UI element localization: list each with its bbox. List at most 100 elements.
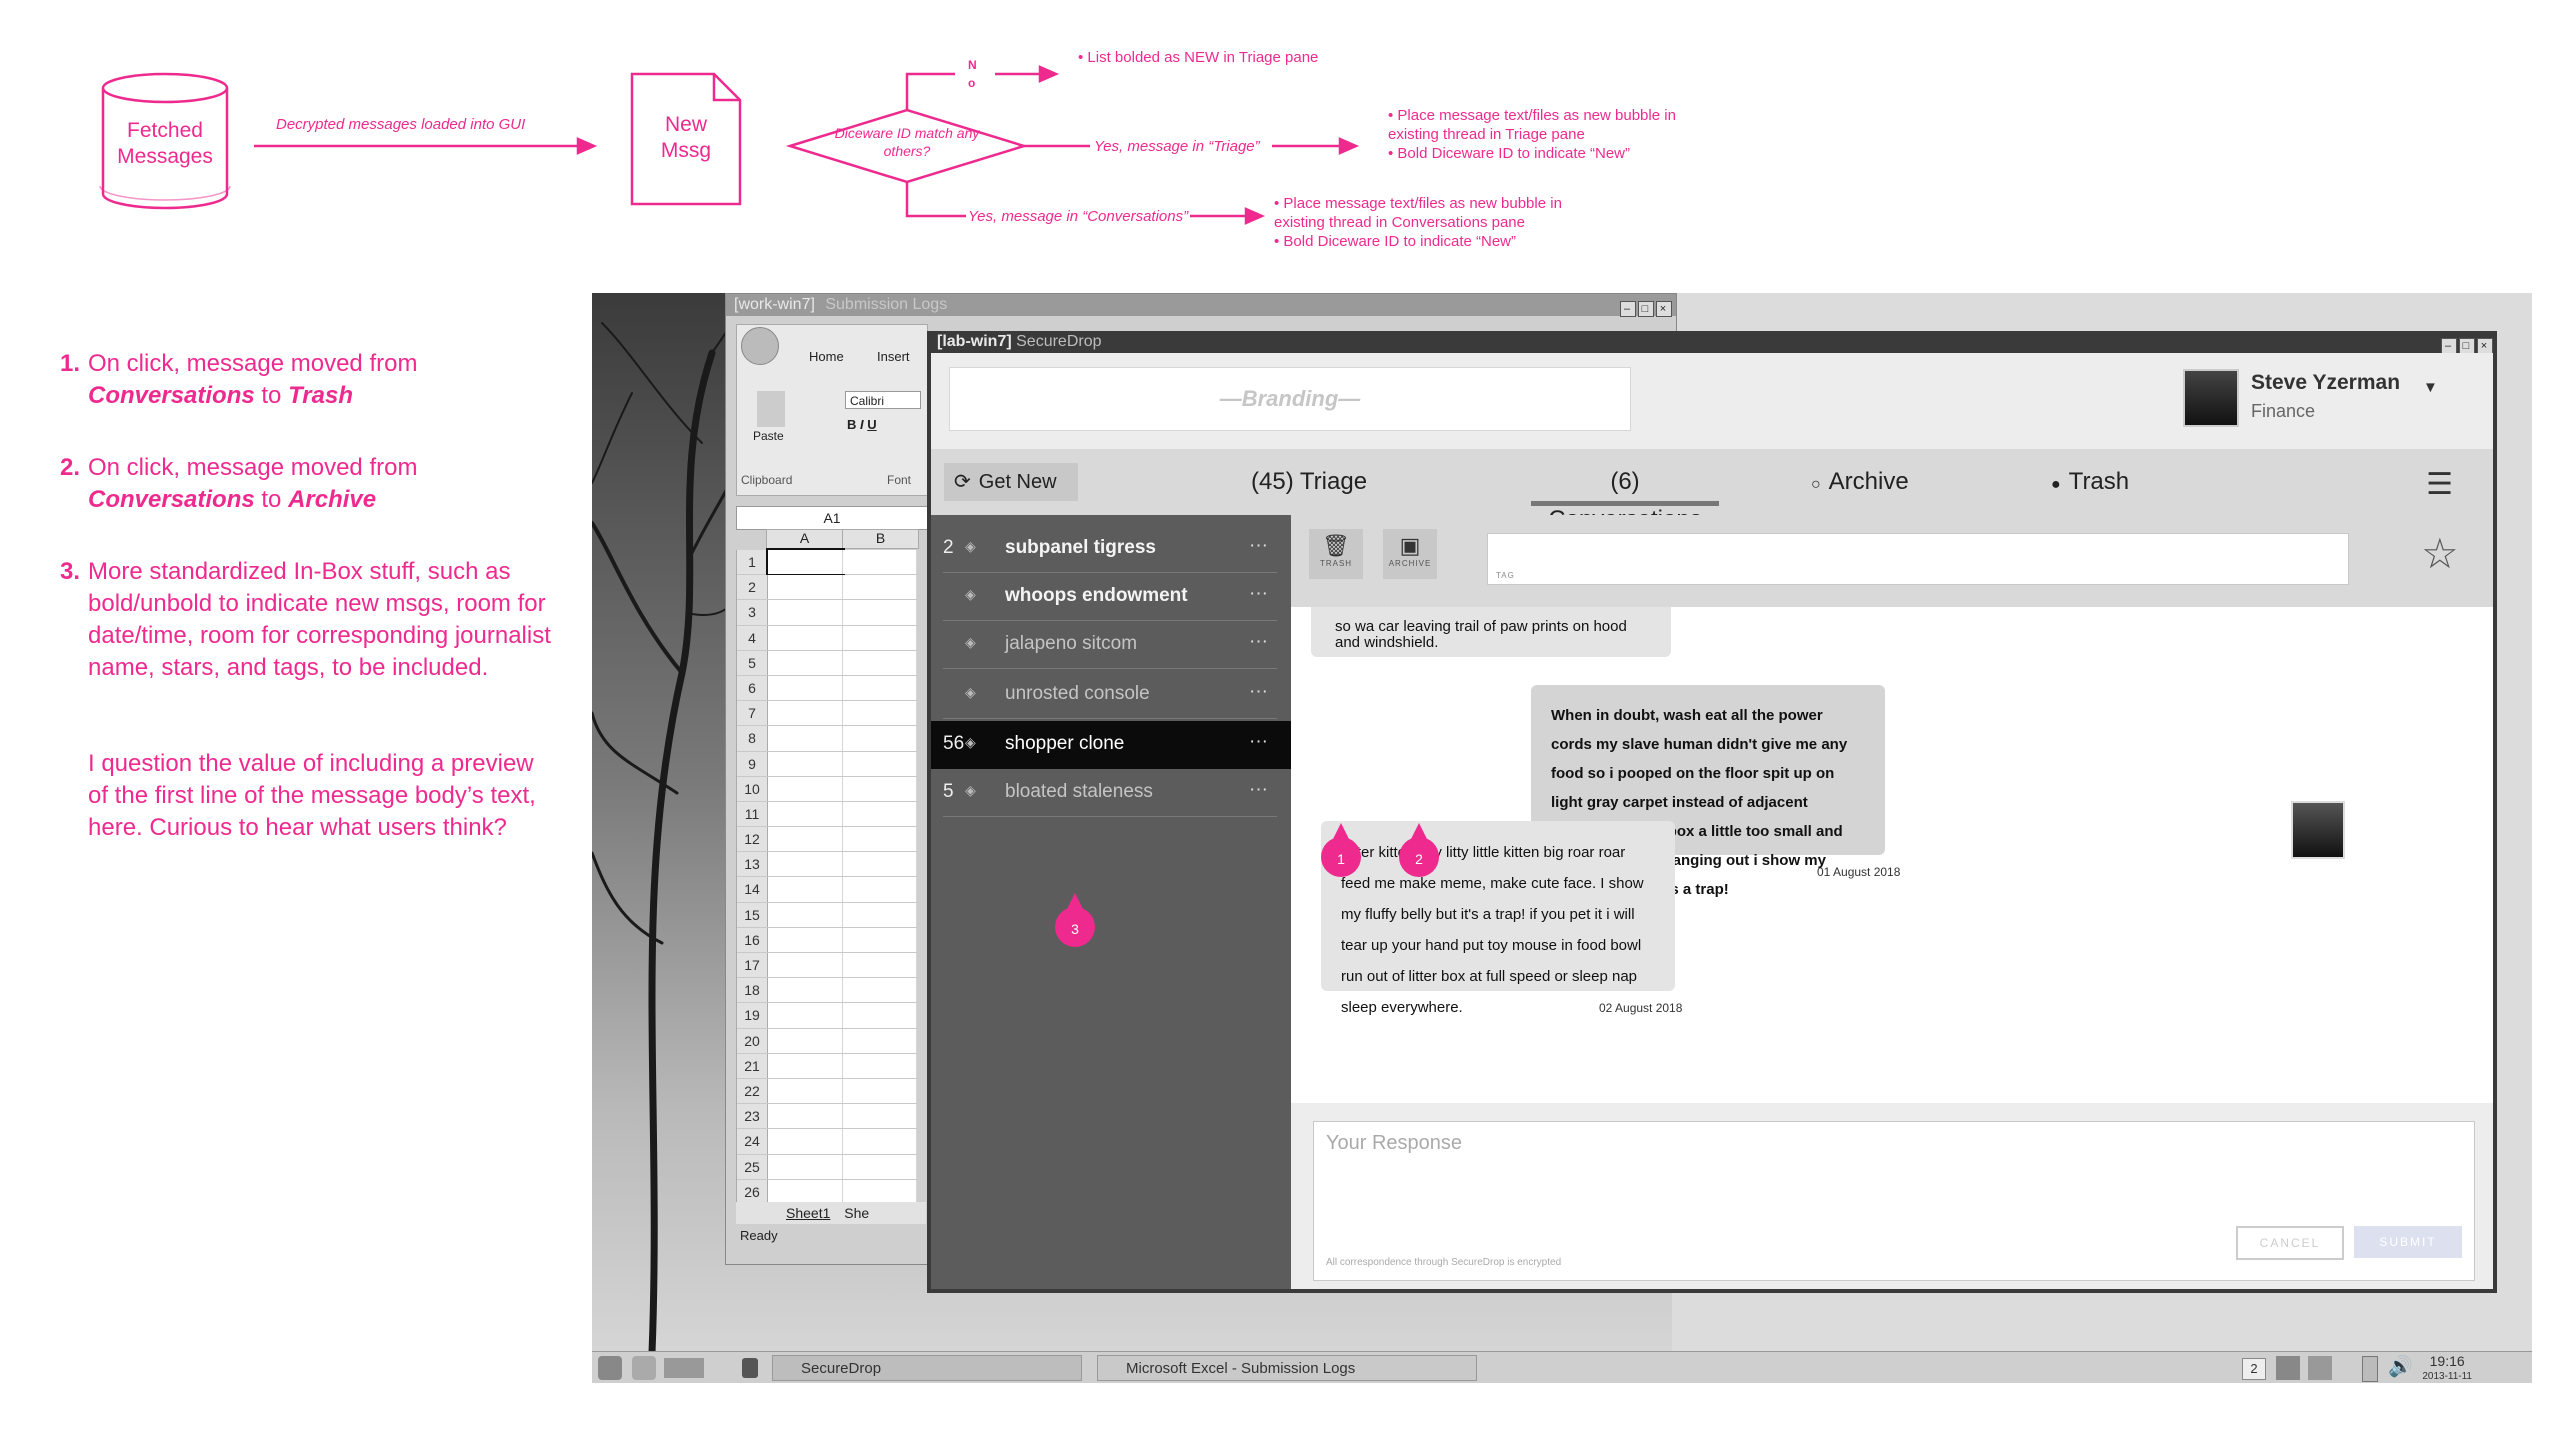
tab-triage[interactable]: (45) Triage — [1251, 463, 1367, 501]
table-row[interactable]: 11 — [737, 801, 917, 828]
tag-input[interactable]: TAG — [1487, 533, 2349, 585]
star-icon[interactable]: ☆ — [2421, 529, 2459, 578]
chart-icon[interactable] — [2308, 1356, 2332, 1380]
row-header[interactable]: 17 — [737, 953, 768, 978]
cell[interactable] — [768, 1078, 843, 1104]
row-header[interactable]: 12 — [737, 827, 768, 852]
table-row[interactable]: 3 — [737, 600, 917, 626]
paste-label[interactable]: Paste — [753, 429, 784, 443]
row-header[interactable]: 7 — [737, 701, 768, 726]
row-header[interactable]: 16 — [737, 927, 768, 952]
cell[interactable] — [842, 927, 917, 952]
minimize-icon[interactable]: – — [2441, 338, 2457, 354]
cell[interactable] — [768, 650, 843, 675]
cell[interactable] — [842, 726, 917, 751]
cell[interactable] — [842, 1028, 917, 1053]
cell[interactable] — [768, 953, 843, 978]
table-row[interactable]: 22 — [737, 1078, 917, 1105]
cell[interactable] — [768, 1179, 843, 1204]
close-icon[interactable]: × — [2477, 338, 2493, 354]
cell[interactable] — [842, 650, 917, 675]
more-options-icon[interactable]: ··· — [1249, 731, 1268, 753]
cell[interactable] — [768, 701, 843, 726]
table-row[interactable]: 5 — [737, 650, 917, 676]
cell[interactable] — [842, 1154, 917, 1179]
cell[interactable] — [842, 1104, 917, 1129]
close-icon[interactable]: × — [1656, 301, 1672, 317]
volume-icon[interactable]: 🔊 — [2388, 1354, 2413, 1379]
table-row[interactable]: 24 — [737, 1129, 917, 1155]
table-row[interactable]: 20 — [737, 1028, 917, 1054]
cancel-button[interactable]: CANCEL — [2236, 1226, 2344, 1260]
office-button-icon[interactable] — [741, 327, 779, 365]
row-header[interactable]: 14 — [737, 877, 768, 902]
row-header[interactable]: 25 — [737, 1154, 768, 1179]
list-item[interactable]: ◈ jalapeno sitcom ··· — [931, 621, 1291, 669]
tab-trash[interactable]: ● Trash — [2051, 463, 2129, 501]
table-row[interactable]: 17 — [737, 953, 917, 979]
more-options-icon[interactable]: ··· — [1249, 681, 1268, 703]
table-row[interactable]: 1 — [737, 547, 917, 577]
table-row[interactable]: 2 — [737, 575, 917, 601]
row-header[interactable]: 22 — [737, 1078, 768, 1104]
cell[interactable] — [768, 1129, 843, 1154]
tab-home[interactable]: Home — [809, 349, 844, 364]
list-item[interactable]: ◈ whoops endowment ··· — [931, 573, 1291, 621]
cell[interactable] — [842, 1003, 917, 1028]
excel-window-controls[interactable]: – □ × — [1618, 297, 1672, 319]
cell[interactable] — [842, 1078, 917, 1104]
cell[interactable] — [768, 1104, 843, 1129]
spreadsheet-grid[interactable]: 1 2 3 4 5 6 7 8 9 10 11 12 13 14 15 16 17 18 19 20 21 22 23 24 2… — [736, 547, 917, 1205]
row-header[interactable]: 19 — [737, 1003, 768, 1028]
get-new-button[interactable]: ⟳ Get New — [944, 463, 1078, 501]
workspace-number[interactable]: 2 — [2242, 1358, 2266, 1380]
cell[interactable] — [768, 852, 843, 877]
cell[interactable] — [842, 550, 917, 575]
row-header[interactable]: 1 — [737, 550, 768, 575]
maximize-icon[interactable]: □ — [1638, 301, 1654, 317]
row-header[interactable]: 2 — [737, 575, 768, 600]
table-row[interactable]: 14 — [737, 877, 917, 903]
cell[interactable] — [768, 1003, 843, 1028]
row-header[interactable]: 10 — [737, 776, 768, 801]
trash-button[interactable]: 🗑 TRASH — [1309, 529, 1363, 579]
row-header[interactable]: 26 — [737, 1179, 768, 1204]
cell[interactable] — [768, 776, 843, 801]
response-input[interactable]: Your Response All correspondence through… — [1313, 1121, 2475, 1281]
tab-archive[interactable]: ○ Archive — [1811, 463, 1909, 501]
cell[interactable] — [842, 801, 917, 827]
row-header[interactable]: 23 — [737, 1104, 768, 1129]
column-header-a[interactable]: A — [766, 529, 843, 549]
task-securedrop[interactable]: SecureDrop — [772, 1355, 1082, 1381]
table-row[interactable]: 12 — [737, 827, 917, 853]
user-menu[interactable]: Steve Yzerman Finance ▼ — [2183, 369, 2463, 429]
cell[interactable] — [768, 877, 843, 902]
row-header[interactable]: 8 — [737, 726, 768, 751]
table-row[interactable]: 18 — [737, 978, 917, 1004]
cell[interactable] — [842, 1129, 917, 1154]
table-row[interactable]: 4 — [737, 625, 917, 651]
cell[interactable] — [768, 902, 843, 927]
cell[interactable] — [842, 877, 917, 902]
table-row[interactable]: 23 — [737, 1104, 917, 1130]
minimize-icon[interactable]: – — [1620, 301, 1636, 317]
cell[interactable] — [842, 701, 917, 726]
row-header[interactable]: 5 — [737, 650, 768, 675]
cell[interactable] — [768, 726, 843, 751]
cell[interactable] — [768, 801, 843, 827]
start-menu-icon[interactable] — [598, 1356, 622, 1380]
cell[interactable] — [768, 575, 843, 600]
name-box[interactable]: A1 — [736, 506, 928, 530]
row-header[interactable]: 11 — [737, 801, 768, 827]
cell[interactable] — [768, 827, 843, 852]
table-row[interactable]: 16 — [737, 927, 917, 953]
workspace-switcher-icon[interactable] — [664, 1358, 704, 1378]
table-row[interactable]: 21 — [737, 1053, 917, 1079]
table-row[interactable]: 7 — [737, 701, 917, 727]
table-row[interactable]: 13 — [737, 852, 917, 878]
archive-button[interactable]: ▣ ARCHIVE — [1383, 529, 1437, 579]
row-header[interactable]: 13 — [737, 852, 768, 877]
excel-titlebar[interactable]: [work-win7] Submission Logs – □ × — [726, 294, 1676, 319]
tab-conversations[interactable]: (6) Conversations — [1531, 463, 1719, 533]
list-item[interactable]: 2 ◈ subpanel tigress ··· — [931, 525, 1291, 573]
